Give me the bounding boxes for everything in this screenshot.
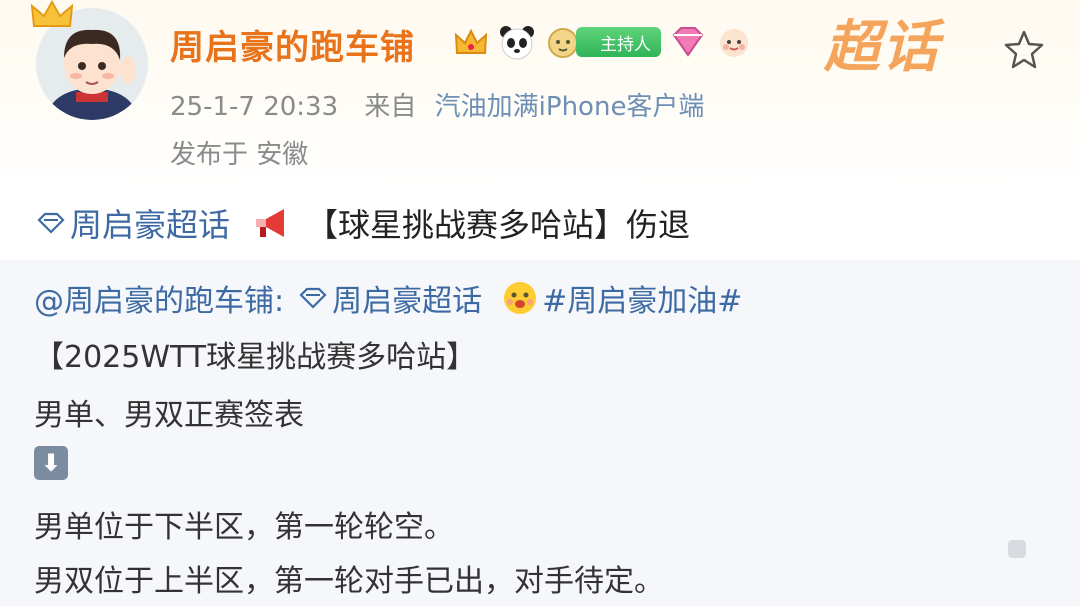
post-source[interactable]: 汽油加满iPhone客户端 <box>435 92 705 122</box>
crown-icon[interactable] <box>452 23 490 61</box>
repost-header-line: @周启豪的跑车铺: 周启豪超话 #周启豪加油# <box>34 276 742 320</box>
cheer-emoji-icon <box>504 282 537 314</box>
post-text: 【球星挑战赛多哈站】伤退 <box>306 206 691 244</box>
super-topic-logo[interactable]: 超话 <box>824 2 940 83</box>
repost-hashtag[interactable]: #周启豪加油# <box>542 276 742 320</box>
megaphone-icon <box>256 209 285 237</box>
post-meta: 25-1-7 20:33 来自 汽油加满iPhone客户端 <box>170 86 704 123</box>
topic-link[interactable]: 周启豪超话 <box>36 200 230 246</box>
diamond-level-icon[interactable] <box>669 23 707 61</box>
repost-author-mention[interactable]: @周启豪的跑车铺: <box>34 276 284 320</box>
post-location: 发布于 安徽 <box>170 140 309 170</box>
super-topic-icon <box>299 287 327 309</box>
topic-link-label: 周启豪超话 <box>70 206 231 244</box>
user-badges: 主持人 <box>452 22 753 62</box>
repost-line-draw: 男单、男双正赛签表 <box>34 398 304 433</box>
crown-icon <box>30 0 74 27</box>
repost-line-singles: 男单位于下半区，第一轮轮空。 <box>34 510 454 545</box>
repost-line-title: 【2025WTT球星挑战赛多哈站】 <box>34 340 477 375</box>
post-body: 周启豪超话 【球星挑战赛多哈站】伤退 <box>36 200 690 246</box>
super-topic-icon <box>37 212 65 234</box>
source-prefix: 来自 <box>364 92 417 122</box>
username[interactable]: 周启豪的跑车铺 <box>170 20 415 69</box>
repost-line-arrow: ⬇ <box>34 446 68 480</box>
host-badge[interactable]: 主持人 <box>576 27 661 57</box>
more-indicator-icon[interactable] <box>1008 540 1026 558</box>
repost-line-doubles: 男双位于上半区，第一轮对手已出，对手待定。 <box>34 564 664 599</box>
repost-topic-link[interactable]: 周启豪超话 <box>298 276 482 320</box>
panda-icon[interactable] <box>498 23 536 61</box>
arrow-down-icon: ⬇ <box>34 446 68 480</box>
repost-topic-label: 周启豪超话 <box>332 284 483 319</box>
repost-card[interactable]: @周启豪的跑车铺: 周启豪超话 #周启豪加油# 【2025WTT球星挑战赛多哈站… <box>0 260 1080 606</box>
post-time: 25-1-7 20:33 <box>170 92 339 122</box>
star-icon[interactable] <box>1002 28 1046 72</box>
baby-face-icon[interactable] <box>715 23 753 61</box>
